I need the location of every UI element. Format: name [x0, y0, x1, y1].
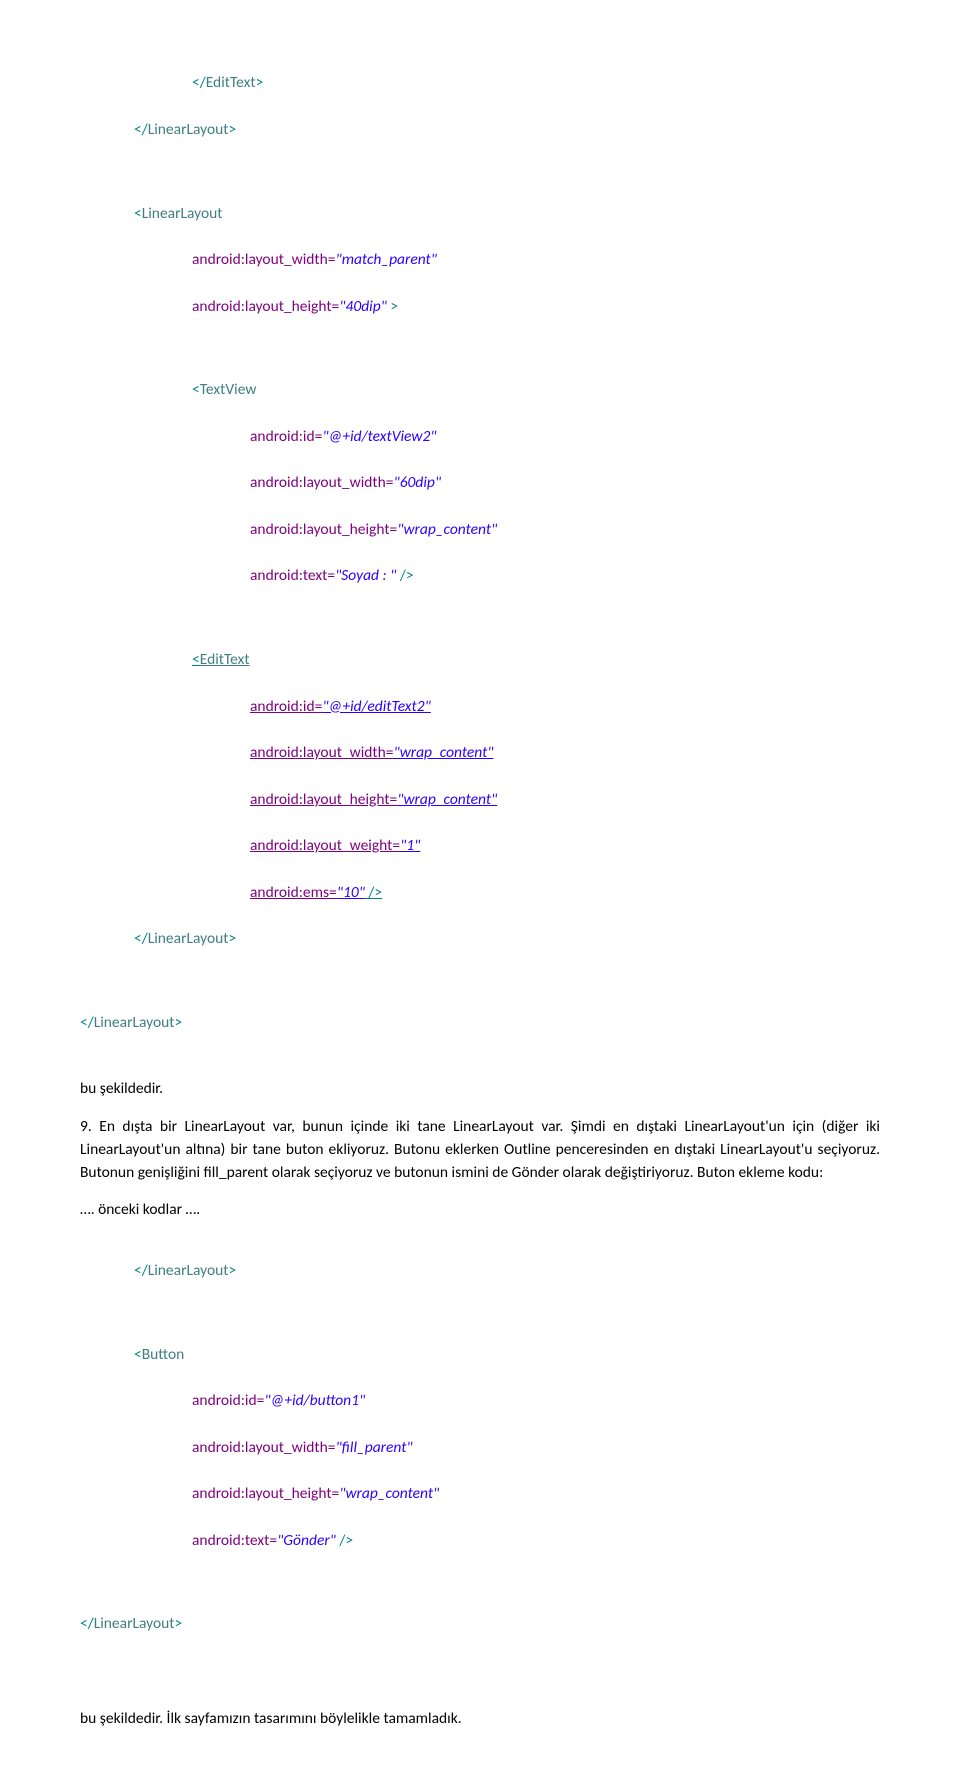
- code-block-button-xml: </LinearLayout> <Button android:id="@+id…: [80, 1236, 880, 1659]
- paragraph-4: bu şekildedir. İlk sayfamızın tasarımını…: [80, 1707, 880, 1730]
- attr-layout-width: android:layout_width=: [192, 250, 335, 269]
- paragraph-1: bu şekildedir.: [80, 1077, 880, 1100]
- code-block-layout-xml: </EditText> </LinearLayout> <LinearLayou…: [80, 48, 880, 1057]
- paragraph-3: …. önceki kodlar ….: [80, 1198, 880, 1221]
- attr-layout-height: android:layout_height=: [192, 297, 339, 316]
- attr-id: android:id=: [250, 427, 322, 446]
- paragraph-2: 9. En dışta bir LinearLayout var, bunun …: [80, 1115, 880, 1185]
